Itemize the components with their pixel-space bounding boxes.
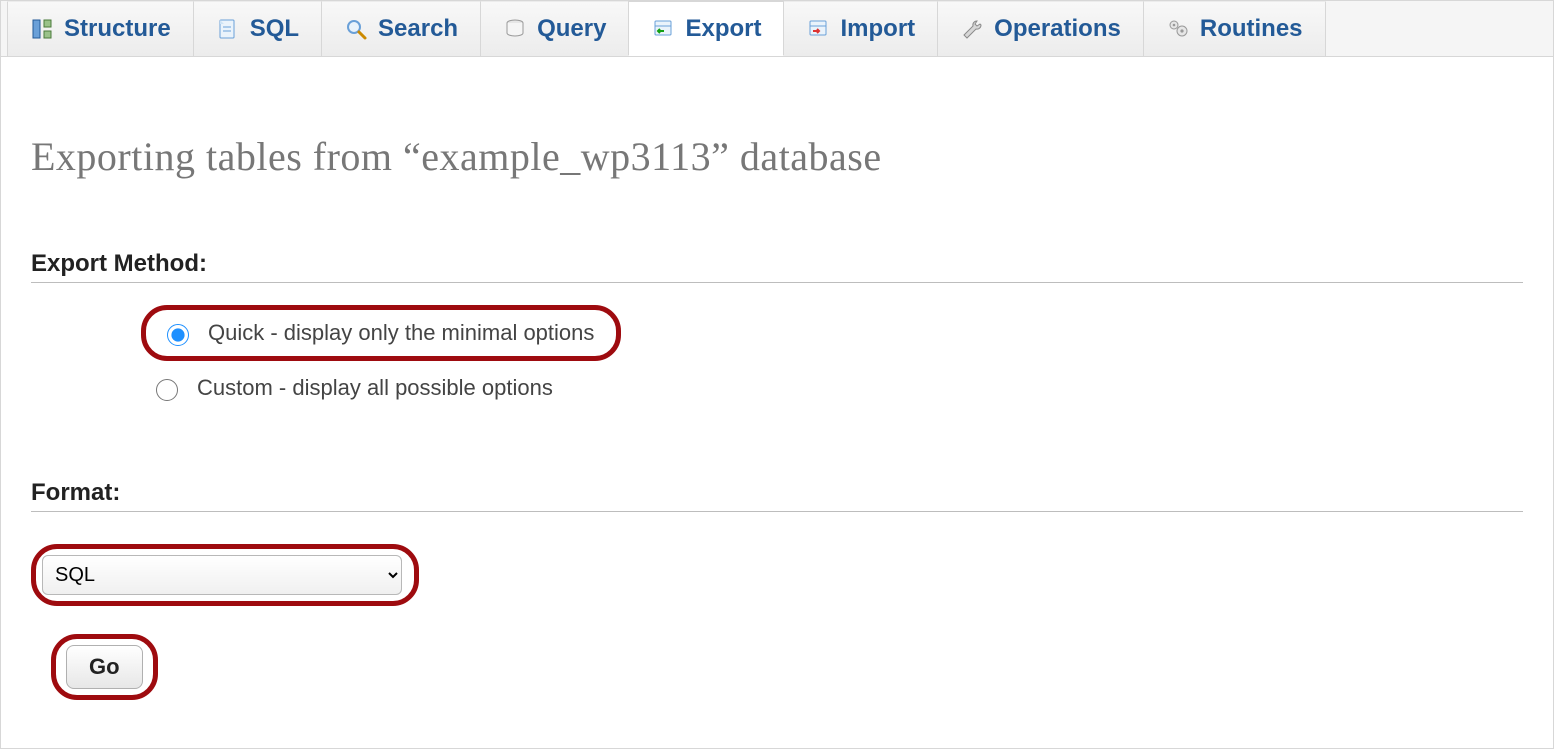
highlight-ring-go: Go: [51, 634, 158, 700]
page-title: Exporting tables from “example_wp3113” d…: [31, 133, 1523, 180]
divider: [31, 511, 1523, 512]
radio-quick[interactable]: [167, 324, 189, 346]
export-method-section: Export Method: Quick - display only the …: [31, 250, 1523, 409]
export-method-radios: Quick - display only the minimal options…: [31, 305, 1523, 409]
highlight-ring-format: SQL: [31, 544, 419, 606]
radio-row-custom[interactable]: Custom - display all possible options: [141, 367, 1523, 409]
radio-row-quick[interactable]: Quick - display only the minimal options: [152, 312, 604, 354]
tab-label: Operations: [994, 15, 1121, 43]
export-icon: [651, 17, 675, 41]
structure-icon: [30, 17, 54, 41]
tab-label: Export: [685, 15, 761, 43]
tab-label: Search: [378, 15, 458, 43]
tab-structure[interactable]: Structure: [7, 1, 194, 56]
tab-label: Import: [840, 15, 915, 43]
tab-operations[interactable]: Operations: [937, 1, 1144, 56]
operations-icon: [960, 17, 984, 41]
export-method-heading: Export Method:: [31, 250, 1523, 278]
format-heading: Format:: [31, 479, 1523, 507]
radio-custom-label: Custom - display all possible options: [197, 375, 553, 401]
tab-query[interactable]: Query: [480, 1, 629, 56]
radio-quick-label: Quick - display only the minimal options: [208, 320, 594, 346]
tab-label: Structure: [64, 15, 171, 43]
tab-import[interactable]: Import: [783, 1, 938, 56]
format-section: Format: SQL: [31, 479, 1523, 606]
tab-export[interactable]: Export: [628, 1, 784, 56]
import-icon: [806, 17, 830, 41]
export-panel: Exporting tables from “example_wp3113” d…: [1, 57, 1553, 730]
tab-search[interactable]: Search: [321, 1, 481, 56]
tab-sql[interactable]: SQL: [193, 1, 322, 56]
sql-icon: [216, 17, 240, 41]
divider: [31, 282, 1523, 283]
tab-bar: Structure SQL Search Query Export Import: [1, 1, 1553, 57]
format-select[interactable]: SQL: [42, 555, 402, 595]
highlight-ring-quick: Quick - display only the minimal options: [141, 305, 621, 361]
radio-custom[interactable]: [156, 379, 178, 401]
tab-label: SQL: [250, 15, 299, 43]
go-button[interactable]: Go: [66, 645, 143, 689]
query-icon: [503, 17, 527, 41]
tab-label: Routines: [1200, 15, 1303, 43]
tab-routines[interactable]: Routines: [1143, 1, 1326, 56]
search-icon: [344, 17, 368, 41]
routines-icon: [1166, 17, 1190, 41]
tab-label: Query: [537, 15, 606, 43]
